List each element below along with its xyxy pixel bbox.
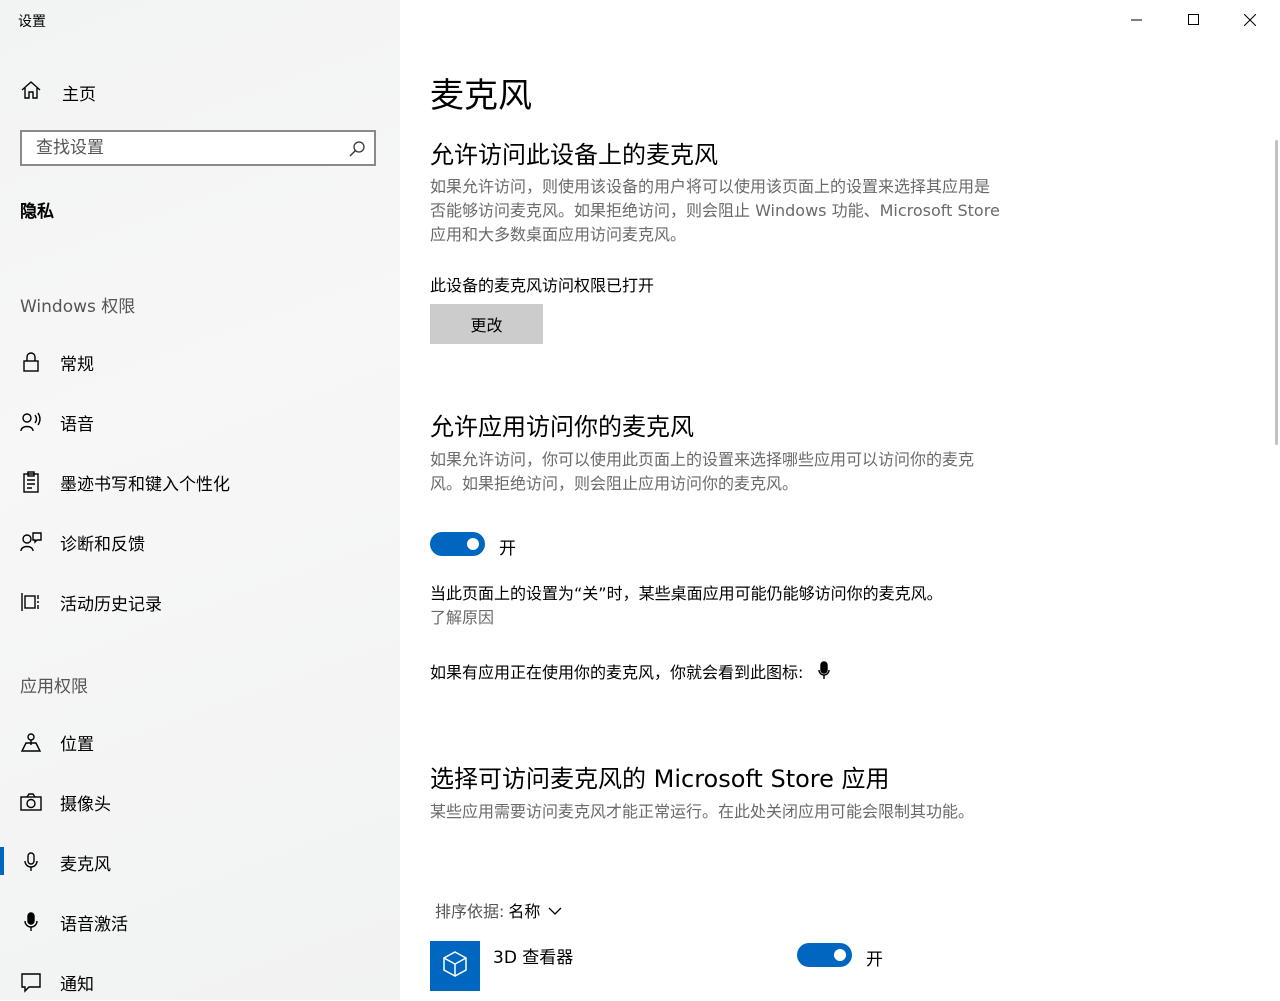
sidebar-item-label: 语音激活 [60, 915, 128, 935]
search-input[interactable] [22, 132, 336, 164]
microphone-icon [20, 851, 42, 873]
sidebar-item-label: 麦克风 [60, 855, 111, 875]
sidebar: 设置 主页 隐私 Windows 权限 常规 [0, 0, 400, 1000]
sidebar-item-microphone[interactable]: 麦克风 [0, 841, 400, 881]
timeline-icon [20, 591, 42, 613]
section-heading-app-access: 允许应用访问你的麦克风 [430, 413, 694, 441]
app-toggle-state-label: 开 [866, 950, 883, 970]
sidebar-item-speech[interactable]: 语音 [0, 401, 400, 441]
minimize-button[interactable] [1109, 0, 1165, 40]
section-description: 如果允许访问，则使用该设备的用户将可以使用该页面上的设置来选择其应用是否能够访问… [430, 177, 1000, 244]
toggle-knob [467, 538, 479, 550]
app-access-toggle[interactable] [430, 532, 485, 556]
app-tile-3d-viewer [430, 941, 480, 991]
sidebar-item-label: 墨迹书写和键入个性化 [60, 475, 230, 495]
device-access-status: 此设备的麦克风访问权限已打开 [430, 276, 655, 295]
sidebar-item-label: 诊断和反馈 [60, 535, 145, 555]
sidebar-item-notifications[interactable]: 通知 [0, 961, 400, 1001]
sidebar-item-location[interactable]: 位置 [0, 721, 400, 761]
app-toggle-3d-viewer[interactable] [797, 943, 852, 967]
sort-key-label: 排序依据: [435, 902, 505, 921]
voice-activation-icon [20, 911, 42, 933]
sidebar-item-label: 常规 [60, 355, 94, 375]
maximize-button[interactable] [1166, 0, 1222, 40]
location-icon [20, 731, 42, 753]
microphone-in-use-icon [817, 661, 831, 685]
sidebar-section-title: 隐私 [20, 202, 54, 222]
feedback-icon [20, 531, 42, 553]
in-use-icon-note: 如果有应用正在使用你的麦克风，你就会看到此图标: [430, 659, 831, 685]
section-heading-store-apps: 选择可访问麦克风的 Microsoft Store 应用 [430, 765, 890, 793]
toggle-knob [834, 949, 846, 961]
camera-icon [20, 791, 42, 813]
sidebar-item-label: 活动历史记录 [60, 595, 162, 615]
sort-value[interactable]: 名称 [508, 898, 540, 922]
scrollbar[interactable] [1275, 140, 1278, 445]
maximize-icon [1188, 11, 1200, 30]
sidebar-item-diagnostics[interactable]: 诊断和反馈 [0, 521, 400, 561]
section-description: 某些应用需要访问麦克风才能正常运行。在此处关闭应用可能会限制其功能。 [430, 802, 975, 821]
search-box [20, 130, 376, 166]
window-title: 设置 [18, 14, 46, 30]
minimize-icon [1131, 11, 1143, 30]
sidebar-item-inking[interactable]: 墨迹书写和键入个性化 [0, 461, 400, 501]
main-content: 麦克风 允许访问此设备上的麦克风 如果允许访问，则使用该设备的用户将可以使用该页… [400, 0, 1280, 1000]
search-icon[interactable] [348, 140, 366, 162]
desktop-apps-note: 当此页面上的设置为“关”时，某些桌面应用可能仍能够访问你的麦克风。 [430, 584, 943, 603]
section-description: 如果允许访问，你可以使用此页面上的设置来选择哪些应用可以访问你的麦克风。如果拒绝… [430, 450, 975, 493]
sidebar-item-voice-activation[interactable]: 语音激活 [0, 901, 400, 941]
section-heading-device-access: 允许访问此设备上的麦克风 [430, 141, 718, 169]
sidebar-item-home[interactable]: 主页 [20, 78, 96, 106]
sidebar-item-general[interactable]: 常规 [0, 341, 400, 381]
speech-icon [20, 411, 42, 433]
sidebar-item-activity-history[interactable]: 活动历史记录 [0, 581, 400, 621]
toggle-state-label: 开 [499, 539, 516, 559]
clipboard-icon [20, 471, 42, 493]
notification-icon [20, 971, 42, 993]
sidebar-item-camera[interactable]: 摄像头 [0, 781, 400, 821]
sidebar-item-label: 主页 [62, 84, 96, 105]
sidebar-item-label: 摄像头 [60, 795, 111, 815]
change-button[interactable]: 更改 [430, 304, 543, 344]
chevron-down-icon[interactable] [548, 901, 562, 920]
group-header-apps: 应用权限 [20, 677, 88, 697]
sidebar-item-label: 位置 [60, 735, 94, 755]
cube-icon [440, 949, 470, 983]
learn-why-link[interactable]: 了解原因 [430, 604, 494, 628]
sidebar-item-label: 语音 [60, 415, 94, 435]
app-name: 3D 查看器 [493, 948, 574, 968]
sort-control[interactable]: 排序依据: 名称 [435, 898, 562, 922]
close-button[interactable] [1222, 0, 1278, 40]
lock-icon [20, 351, 42, 373]
in-use-icon-note-text: 如果有应用正在使用你的麦克风，你就会看到此图标: [430, 663, 804, 682]
page-title: 麦克风 [430, 76, 532, 116]
close-icon [1243, 11, 1257, 30]
sidebar-item-label: 通知 [60, 975, 94, 995]
group-header-windows: Windows 权限 [20, 297, 136, 317]
home-icon [20, 79, 42, 105]
